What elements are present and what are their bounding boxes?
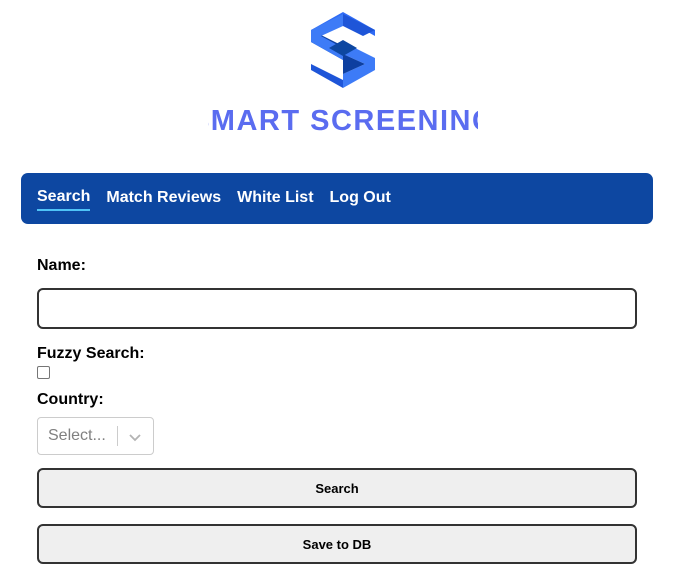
s-logo-icon: [310, 12, 375, 88]
country-label: Country:: [37, 391, 104, 408]
nav-link-log-out[interactable]: Log Out: [330, 188, 391, 210]
search-button[interactable]: Search: [37, 468, 637, 508]
country-select[interactable]: Select...: [37, 417, 154, 455]
name-label: Name:: [37, 257, 86, 274]
save-to-db-button[interactable]: Save to DB: [37, 524, 637, 564]
nav-link-white-list[interactable]: White List: [237, 188, 313, 210]
top-navbar: Search Match Reviews White List Log Out: [21, 173, 653, 224]
brand-wordmark: SMART SCREENING: [208, 105, 478, 134]
chevron-down-icon[interactable]: [127, 429, 143, 445]
svg-text:SMART SCREENING: SMART SCREENING: [208, 105, 478, 134]
page: SMART SCREENING Search Match Reviews Whi…: [0, 0, 685, 586]
nav-link-search[interactable]: Search: [37, 187, 91, 211]
fuzzy-search-label: Fuzzy Search:: [37, 345, 145, 362]
fuzzy-search-checkbox[interactable]: [37, 366, 50, 379]
country-placeholder: Select...: [48, 427, 106, 444]
name-input[interactable]: [37, 288, 637, 329]
logo: SMART SCREENING: [0, 12, 685, 134]
select-separator: [117, 426, 118, 446]
nav-link-match-reviews[interactable]: Match Reviews: [106, 188, 221, 210]
